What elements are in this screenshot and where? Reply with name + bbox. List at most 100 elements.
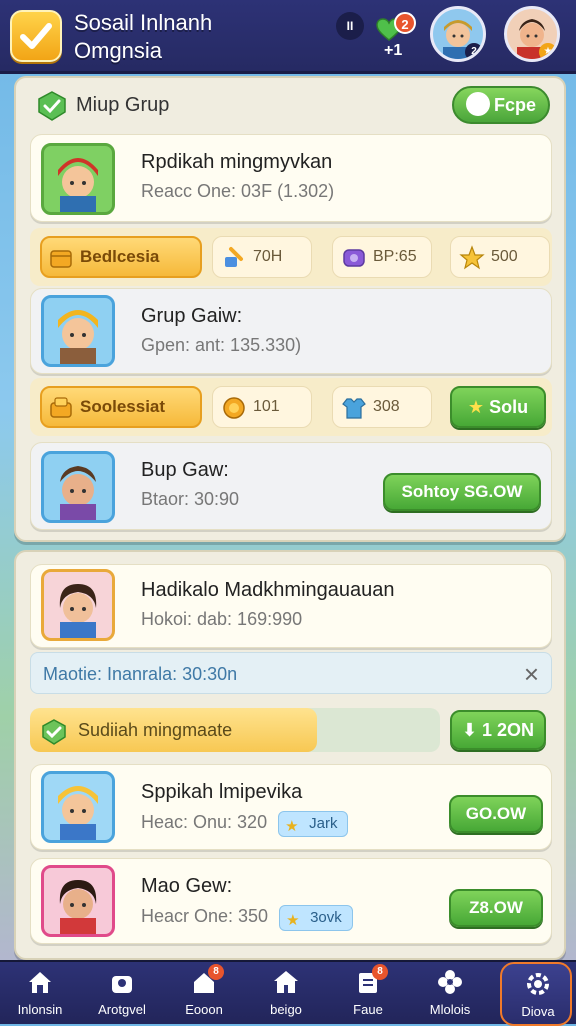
stat-box-tools: 70H (212, 236, 312, 278)
tag-label: 3ovk (310, 909, 342, 926)
progress-label: Sudiiah mingmaate (78, 720, 233, 740)
avatar (41, 295, 115, 367)
card-action-button[interactable]: Sohtoy SG.OW (383, 473, 541, 511)
friend-avatar-badge: 2 (465, 43, 483, 59)
stat-box-shirt: 308 (332, 386, 432, 428)
progress-bar: Sudiiah mingmaate (30, 708, 440, 752)
nav-item-buildings[interactable]: beigo (250, 962, 322, 1026)
panel-action-button[interactable]: Fcpe (452, 86, 550, 124)
nav-item-home[interactable]: Inlonsin (4, 962, 76, 1026)
pause-button[interactable]: II (336, 12, 364, 40)
nav-label: beigo (270, 1002, 302, 1017)
gear-icon (527, 973, 549, 995)
group-card[interactable]: Grup Gaiw: Gpen: ant: 135.330) (30, 288, 552, 374)
activity-card[interactable]: Mao Gew: Heacr One: 350 ★ 3ovk Z8.OW (30, 858, 552, 944)
panel-action-label: Fcpe (493, 95, 536, 115)
coin-icon (223, 397, 245, 419)
shirt-icon (342, 398, 366, 419)
card-subtitle-row: Heac: Onu: 320 ★ Jark (141, 811, 349, 837)
box-icon (50, 250, 72, 268)
bag-icon (112, 976, 132, 993)
notice-text: Maotie: Inanrala: 30:30n (43, 664, 238, 684)
hearts-badge: 2 (394, 12, 416, 34)
star-icon: ★ (286, 912, 300, 929)
stats-row: Soolessiat 101 308 ★ Solu (30, 378, 552, 436)
star-icon: ★ (467, 397, 485, 417)
avatar (41, 771, 115, 843)
bottom-nav: Inlonsin Arotgvel 8 Eooon beigo 8 Faue M… (0, 960, 576, 1026)
nav-item-settings[interactable]: Diova (500, 962, 572, 1026)
stat-box-coin: 101 (212, 386, 312, 428)
nav-badge: 8 (372, 964, 388, 980)
card-subtitle-row: Heacr One: 350 ★ 3ovk (141, 905, 353, 931)
nav-label: Mlolois (429, 1002, 471, 1017)
avatar (41, 569, 115, 641)
activity-card[interactable]: Sppikah lmipevika Heac: Onu: 320 ★ Jark G… (30, 764, 552, 850)
card-subtitle: Reacc One: 03F (1.302) (141, 181, 335, 201)
circle-icon (465, 92, 490, 117)
stat-main-button[interactable]: Bedlcesia (40, 236, 202, 278)
card-subtitle: Gpen: ant: 135.330) (141, 335, 302, 355)
stat-main-label: Bedlcesia (80, 247, 160, 266)
app-title-line1: Sosail Inlnanh (74, 10, 213, 35)
star-icon: ★ (285, 818, 299, 835)
top-bar: Sosail Inlnanh Omgnsia II 2 +1 2 ★ (0, 0, 576, 74)
claim-button[interactable]: ⬇ 1 2ON (450, 710, 546, 750)
nav-label: Inlonsin (17, 1002, 63, 1017)
stat-main-button[interactable]: Soolessiat (40, 386, 202, 428)
card-title: Bup Gaw: (141, 459, 229, 481)
solve-button-label: Solu (489, 397, 529, 417)
app-title: Sosail Inlnanh Omgnsia (74, 9, 212, 65)
stat-value: 500 (491, 248, 518, 265)
flower-icon (438, 970, 462, 994)
nav-label: Faue (353, 1002, 383, 1017)
stats-row: Bedlcesia 70H BP:65 500 (30, 228, 552, 286)
nav-badge: 8 (208, 964, 224, 980)
card-title: Grup Gaiw: (141, 305, 243, 327)
group-card[interactable]: Bup Gaw: Btaor: 30:90 Sohtoy SG.OW (30, 442, 552, 530)
hearts-count: +1 (384, 42, 403, 59)
card-action-button[interactable]: Z8.OW (449, 889, 543, 927)
tag-badge: ★ Jark (278, 811, 349, 837)
stat-box-gems: BP:65 (332, 236, 432, 278)
nav-item-events[interactable]: 8 Eooon (168, 962, 240, 1026)
nav-label: Arotgvel (98, 1002, 146, 1017)
notice-banner: Maotie: Inanrala: 30:30n × (30, 652, 552, 694)
app-title-line2: Omgnsia (74, 38, 163, 63)
nav-item-tasks[interactable]: 8 Faue (332, 962, 404, 1026)
activity-panel: Hadikalo Madkhmingauauan Hokoi: dab: 169… (14, 550, 566, 960)
nav-item-social[interactable]: Mlolois (414, 962, 486, 1026)
app-logo-icon (10, 10, 62, 62)
nav-item-shop[interactable]: Arotgvel (86, 962, 158, 1026)
card-subtitle: Heacr One: 350 (141, 906, 269, 926)
star-coin-icon (459, 245, 485, 270)
user-avatar[interactable]: ★ (504, 6, 560, 62)
stat-main-label: Soolessiat (80, 397, 166, 416)
tag-badge: ★ 3ovk (279, 905, 353, 931)
gem-icon (343, 249, 365, 267)
card-subtitle: Btaor: 30:90 (141, 489, 240, 509)
close-icon[interactable]: × (524, 659, 539, 690)
gold-blocks-icon (50, 397, 72, 418)
stat-value: BP:65 (373, 248, 417, 265)
card-subtitle: Hokoi: dab: 169:990 (141, 609, 303, 629)
group-card[interactable]: Rpdikah mingmyvkan Reacc One: 03F (1.302… (30, 134, 552, 222)
friend-avatar[interactable]: 2 (430, 6, 486, 62)
hearts-widget[interactable]: 2 +1 (376, 12, 416, 62)
activity-card[interactable]: Hadikalo Madkhmingauauan Hokoi: dab: 169… (30, 564, 552, 648)
tools-icon (225, 247, 243, 267)
stat-value: 308 (373, 398, 400, 415)
card-title: Mao Gew: (141, 875, 233, 897)
avatar (41, 865, 115, 937)
shield-check-icon (42, 719, 66, 745)
stat-value: 101 (253, 398, 280, 415)
arrow-down-icon: ⬇ (461, 720, 478, 740)
tag-label: Jark (309, 815, 338, 832)
claim-button-label: 1 2ON (482, 720, 535, 740)
card-action-button[interactable]: GO.OW (449, 795, 543, 833)
progress-row: Sudiiah mingmaate ⬇ 1 2ON (30, 704, 552, 758)
panel-title: Miup Grup (76, 94, 170, 116)
solve-button[interactable]: ★ Solu (450, 386, 546, 428)
star-badge-icon: ★ (539, 43, 557, 59)
building-icon (274, 971, 298, 993)
